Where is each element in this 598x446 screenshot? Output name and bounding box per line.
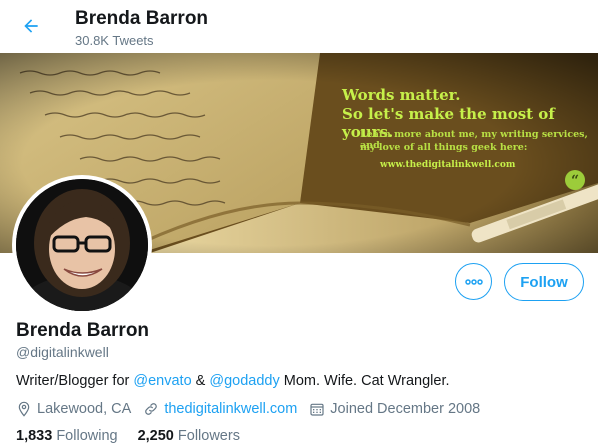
location-item: Lakewood, CA	[16, 401, 131, 417]
banner-url: www.thedigitalinkwell.com	[380, 160, 516, 170]
more-options-button[interactable]	[455, 263, 492, 300]
arrow-left-icon	[24, 19, 38, 33]
avatar-frame[interactable]	[12, 175, 152, 315]
profile-header: Brenda Barron 30.8K Tweets	[0, 0, 598, 53]
profile-stats: 1,833 Following 2,250 Followers	[16, 428, 260, 444]
mention-envato-link[interactable]: @envato	[133, 373, 191, 389]
joined-text: Joined December 2008	[330, 401, 481, 417]
location-text: Lakewood, CA	[37, 401, 132, 417]
avatar	[16, 179, 148, 311]
profile-name: Brenda Barron	[16, 320, 150, 341]
followers-stat-link[interactable]: 2,250 Followers	[138, 428, 240, 444]
bio-text-suffix: Mom. Wife. Cat Wrangler.	[279, 373, 450, 389]
bio-text-prefix: Writer/Blogger for	[16, 373, 134, 389]
profile-handle: @digitalinkwell	[16, 344, 109, 360]
bio-text-mid: &	[191, 373, 210, 389]
following-stat-link[interactable]: 1,833 Following	[16, 428, 118, 444]
following-label: Following	[56, 428, 118, 444]
more-icon	[464, 278, 483, 285]
profile-meta: Lakewood, CA thedigitalinkwell.com Joine…	[16, 400, 492, 418]
header-title: Brenda Barron	[75, 8, 209, 29]
banner-line-1: Words matter.	[342, 86, 461, 104]
link-icon	[145, 403, 158, 415]
avatar-photo	[16, 179, 148, 311]
banner-small-2: my love of all things geek here:	[360, 142, 528, 153]
following-count: 1,833	[16, 428, 53, 444]
svg-text:“: “	[571, 173, 579, 189]
calendar-icon	[310, 403, 324, 416]
tweet-count: 30.8K Tweets	[75, 33, 154, 48]
website-link[interactable]: thedigitalinkwell.com	[164, 401, 297, 417]
joined-item: Joined December 2008	[309, 401, 480, 417]
website-item: thedigitalinkwell.com	[143, 401, 297, 417]
followers-label: Followers	[177, 428, 240, 444]
follow-button[interactable]: Follow	[504, 263, 584, 301]
profile-bio: Writer/Blogger for @envato & @godaddy Mo…	[16, 373, 450, 389]
mention-godaddy-link[interactable]: @godaddy	[209, 373, 279, 389]
back-button[interactable]	[16, 11, 46, 41]
location-pin-icon	[18, 401, 30, 417]
followers-count: 2,250	[137, 428, 174, 444]
